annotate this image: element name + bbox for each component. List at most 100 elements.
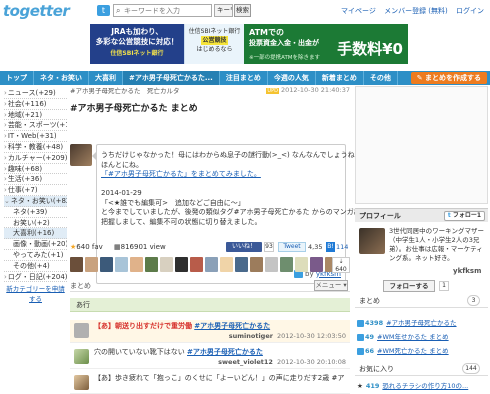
hatena-count[interactable]: 114 [336, 241, 348, 253]
ad-banner-right: ATMでの 投票資金入金・出金が 手数料¥0 ※一部の提携ATMを除きます [244, 24, 408, 64]
nav-weekly[interactable]: 今週の人気 [268, 71, 316, 85]
tweet-text: 【あ】朝送り出すだけで重労働 [94, 322, 192, 330]
matome-list-item[interactable]: 4398 #アホ男子母死亡かるた [355, 317, 488, 329]
nav-current[interactable]: #アホ男子母死亡かるた... [123, 71, 220, 85]
ad-banner[interactable]: JRAも加わり、 多彩な公営競技に対応！ 住信SBIネット銀行 住信SBIネット… [90, 24, 408, 64]
sidebar-item-culture[interactable]: ›カルチャー(+209) [4, 153, 67, 164]
profile-avatar[interactable] [359, 228, 385, 254]
tweet-time[interactable]: 2012-10-30 12:03:50 [277, 332, 346, 340]
sidebar-item-life[interactable]: ›生活(+36) [4, 174, 67, 186]
tweet-hashtag[interactable]: #アホ男子母死亡かるた [194, 322, 270, 330]
sidebar-item-it[interactable]: ›IT・Web(+31) [4, 131, 67, 142]
twitter-icon[interactable]: t [97, 5, 110, 16]
sidebar-item-neta[interactable]: ⌄ネタ・お笑い(+82) [4, 195, 67, 207]
matome-list-item[interactable]: 66 #WM死亡かるた まとめ [355, 345, 488, 357]
facebook-like-button[interactable]: いいね！ [226, 242, 262, 252]
nav-featured[interactable]: 注目まとめ [220, 71, 268, 85]
fav-user-avatar[interactable] [160, 257, 173, 272]
sidebar-item-entertainment[interactable]: ›芸能・スポーツ(+119) [4, 120, 67, 132]
tweet-user[interactable]: sweet_violet12 [218, 358, 273, 366]
fav-user-avatar[interactable] [70, 257, 83, 272]
hatena-bookmark-icon[interactable]: B! [326, 242, 335, 252]
profile-name[interactable]: ykfksm [453, 267, 481, 275]
nav-new[interactable]: 新着まとめ [316, 71, 364, 85]
sidebar-subitem-neta[interactable]: ネタ(+39) [4, 207, 67, 218]
sidebar-item-region[interactable]: ›地域(+21) [4, 110, 67, 121]
suggest-category-link[interactable]: 新カテゴリーを申請する [4, 284, 67, 304]
nav-ogiri[interactable]: 大喜利 [89, 71, 123, 85]
favorites-list-item[interactable]: ★ 419 恐れるチラシの作り方10の... [355, 380, 488, 392]
profile-label: プロフィール [359, 212, 401, 220]
fav-user-avatar[interactable] [235, 257, 248, 272]
fav-user-avatar[interactable] [205, 257, 218, 272]
ad-text: JRAも加わり、 [111, 27, 163, 36]
register-link[interactable]: メンバー登録 (無料) [384, 7, 448, 15]
nav-top[interactable]: トップ [0, 71, 34, 85]
fav-user-avatar[interactable] [250, 257, 263, 272]
search-type-select[interactable]: キーワード [214, 4, 233, 17]
sidebar-subitem-other[interactable]: その他(+4) [4, 261, 67, 272]
site-logo[interactable]: togetter [3, 2, 70, 20]
ad-text: 住信SBIネット銀行 [188, 28, 241, 35]
fav-user-avatar[interactable] [175, 257, 188, 272]
fav-user-avatar[interactable] [130, 257, 143, 272]
sidebar-subitem-tried[interactable]: やってみた(+1) [4, 250, 67, 261]
author-avatar[interactable] [70, 144, 92, 166]
tweet-avatar[interactable] [74, 349, 89, 364]
fav-more-button[interactable]: ⇣ 640 [332, 257, 350, 273]
ad-banner-middle: 住信SBIネット銀行 公営競技 はじめるなら [184, 24, 244, 64]
fav-user-avatar[interactable] [145, 257, 158, 272]
sidebar-item-society[interactable]: ›社会(+116) [4, 99, 67, 110]
menu-button[interactable]: メニュー ▾ [314, 280, 348, 291]
login-link[interactable]: ログイン [456, 7, 484, 15]
sidebar-subitem-owarai[interactable]: お笑い(+2) [4, 218, 67, 229]
tweet-item[interactable]: 穴の開いていない靴下はない #アホ男子母死亡かるた sweet_violet12… [70, 346, 350, 369]
matome-list-item[interactable]: 49 #WM年せかるた まとめ [355, 331, 488, 343]
ad-sub-text: 住信SBIネット銀行 [110, 50, 164, 57]
sidebar-item-science[interactable]: ›科学・教養(+48) [4, 142, 67, 153]
nav-neta[interactable]: ネタ・お笑い [34, 71, 89, 85]
tweet-item[interactable]: 【あ】朝送り出すだけで重労働 #アホ男子母死亡かるた suminotiger 20… [70, 320, 350, 343]
matome-count-badge: 3 [467, 295, 480, 306]
fav-user-avatar[interactable] [100, 257, 113, 272]
fav-user-avatar[interactable] [220, 257, 233, 272]
fav-user-avatar[interactable] [280, 257, 293, 272]
sidebar-item-work[interactable]: ›仕事(+7) [4, 185, 67, 196]
matome-label: まとめ [70, 282, 91, 290]
twitter-icon [357, 319, 364, 327]
sidebar-item-news[interactable]: ›ニュース(+29) [4, 88, 67, 99]
tweet-time[interactable]: 2012-10-30 20:10:08 [277, 358, 346, 366]
fav-user-avatar[interactable] [190, 257, 203, 272]
twitter-icon [357, 347, 364, 355]
create-matome-button[interactable]: ✎ まとめを作成する [410, 72, 487, 84]
sidebar-subitem-media[interactable]: 画像・動画(+20) [4, 239, 67, 250]
follow-button[interactable]: フォローする [383, 280, 435, 292]
tweet-avatar[interactable] [74, 375, 89, 390]
search-button[interactable]: 検索 [234, 4, 251, 17]
tweet-button[interactable]: Tweet [278, 242, 306, 252]
tweet-text: 【あ】歩き疲れて「抱っこ」のくせに「よーいどん！」の声に走りだす2歳 #ア [94, 374, 345, 382]
mypage-link[interactable]: マイページ [341, 7, 376, 15]
fav-user-avatar[interactable] [115, 257, 128, 272]
tweet-item[interactable]: 【あ】歩き疲れて「抱っこ」のくせに「よーいどん！」の声に走りだす2歳 #ア [70, 372, 350, 394]
nav-other[interactable]: その他 [364, 71, 398, 85]
section-header: あ行 [70, 298, 350, 312]
tweet-avatar[interactable] [74, 323, 89, 338]
fav-user-avatar[interactable] [310, 257, 323, 272]
follow-twitter-button[interactable]: t フォロー1 [443, 211, 485, 221]
tweet-hashtag[interactable]: #アホ男子母死亡かるた [187, 348, 263, 356]
fav-user-avatar[interactable] [265, 257, 278, 272]
sidebar-item-hobby[interactable]: ›趣味(+68) [4, 164, 67, 175]
desc-hashtag-link[interactable]: 「#アホ男子母死亡かるた」をまとめてみました。 [101, 170, 341, 180]
profile-body: 3世代同居中のワーキングマザー（中学生1人・小学生2人の3兄弟）。お仕事は広報・… [355, 224, 488, 292]
tweet-user[interactable]: suminotiger [229, 332, 273, 340]
fav-user-avatar[interactable] [85, 257, 98, 272]
twitter-icon: t [447, 212, 451, 219]
twitter-icon [357, 333, 364, 341]
sidebar-subitem-ogiri[interactable]: 大喜利(+16) [4, 228, 67, 240]
sidebar-item-log[interactable]: ›ログ・日記(+204) [4, 272, 67, 283]
favorites-count-badge: 144 [462, 363, 480, 374]
fav-user-avatar[interactable] [295, 257, 308, 272]
fav-count[interactable]: ★640 fav [70, 241, 103, 253]
search-input[interactable] [124, 6, 210, 16]
